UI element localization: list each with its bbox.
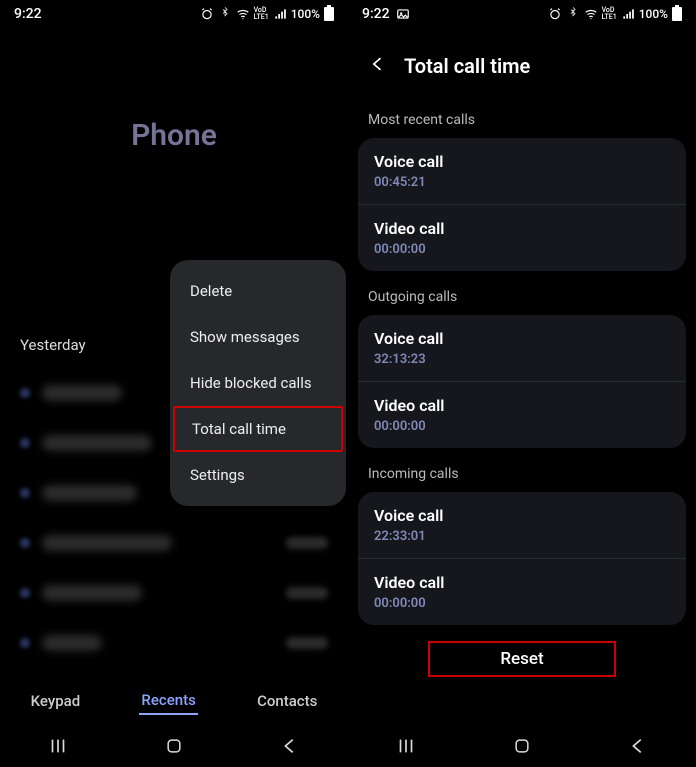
alarm-icon (548, 7, 562, 21)
item-outgoing-video[interactable]: Video call 00:00:00 (358, 381, 686, 448)
item-title: Voice call (374, 152, 670, 171)
item-value: 00:45:21 (374, 175, 670, 190)
system-nav-bar (348, 725, 696, 767)
call-log-row[interactable] (20, 568, 328, 618)
item-title: Video call (374, 396, 670, 415)
back-button[interactable] (368, 54, 388, 78)
nav-recents-button[interactable] (28, 735, 88, 757)
bluetooth-icon (218, 7, 232, 21)
group-outgoing: Voice call 32:13:23 Video call 00:00:00 (358, 315, 686, 448)
status-time: 9:22 (14, 6, 42, 22)
tab-recents[interactable]: Recents (139, 687, 197, 715)
menu-item-settings[interactable]: Settings (170, 452, 346, 498)
screen-total-call-time: 9:22 VoDLTE1 100% Total call time Most r… (348, 0, 696, 767)
item-value: 32:13:23 (374, 352, 670, 367)
menu-item-hide-blocked[interactable]: Hide blocked calls (170, 360, 346, 406)
screenshot-icon (396, 7, 410, 21)
battery-percent: 100% (291, 7, 320, 21)
item-title: Voice call (374, 506, 670, 525)
battery-icon (672, 7, 682, 21)
nav-back-button[interactable] (260, 735, 320, 757)
bottom-tabs: Keypad Recents Contacts (0, 677, 348, 725)
context-menu: Delete Show messages Hide blocked calls … (170, 260, 346, 506)
status-bar: 9:22 VoDLTE1 100% (0, 0, 348, 28)
group-label-incoming: Incoming calls (348, 456, 696, 488)
status-indicators: VoDLTE1 100% (548, 7, 682, 21)
nav-back-button[interactable] (608, 735, 668, 757)
alarm-icon (200, 7, 214, 21)
nav-recents-button[interactable] (376, 735, 436, 757)
group-label-outgoing: Outgoing calls (348, 279, 696, 311)
tab-contacts[interactable]: Contacts (255, 688, 319, 714)
group-most-recent: Voice call 00:45:21 Video call 00:00:00 (358, 138, 686, 271)
tab-keypad[interactable]: Keypad (29, 688, 83, 714)
section-label-yesterday: Yesterday (20, 336, 86, 354)
system-nav-bar (0, 725, 348, 767)
battery-icon (324, 7, 334, 21)
nav-home-button[interactable] (144, 736, 204, 756)
reset-area: Reset (348, 635, 696, 683)
nav-home-button[interactable] (492, 736, 552, 756)
menu-item-delete[interactable]: Delete (170, 268, 346, 314)
item-incoming-video[interactable]: Video call 00:00:00 (358, 558, 686, 625)
chevron-left-icon (368, 54, 388, 74)
item-title: Video call (374, 573, 670, 592)
battery-percent: 100% (639, 7, 668, 21)
menu-item-total-call-time[interactable]: Total call time (173, 406, 343, 452)
item-title: Video call (374, 219, 670, 238)
signal-icon (273, 7, 287, 21)
wifi-icon (584, 7, 598, 21)
bluetooth-icon (566, 7, 580, 21)
page-title: Total call time (404, 54, 530, 78)
status-time: 9:22 (362, 6, 390, 22)
menu-item-show-messages[interactable]: Show messages (170, 314, 346, 360)
item-incoming-voice[interactable]: Voice call 22:33:01 (358, 492, 686, 558)
status-bar: 9:22 VoDLTE1 100% (348, 0, 696, 28)
network-label: VoDLTE1 (602, 7, 617, 21)
call-log-row[interactable] (20, 518, 328, 568)
item-most-recent-voice[interactable]: Voice call 00:45:21 (358, 138, 686, 204)
call-log-row[interactable] (20, 618, 328, 668)
reset-button[interactable]: Reset (428, 641, 615, 677)
item-value: 00:00:00 (374, 596, 670, 611)
network-label: VoDLTE1 (254, 7, 269, 21)
wifi-icon (236, 7, 250, 21)
status-indicators: VoDLTE1 100% (200, 7, 334, 21)
item-outgoing-voice[interactable]: Voice call 32:13:23 (358, 315, 686, 381)
screen-phone-recents: 9:22 VoDLTE1 100% Phone Yesterday (0, 0, 348, 767)
item-most-recent-video[interactable]: Video call 00:00:00 (358, 204, 686, 271)
item-title: Voice call (374, 329, 670, 348)
group-incoming: Voice call 22:33:01 Video call 00:00:00 (358, 492, 686, 625)
item-value: 00:00:00 (374, 242, 670, 257)
group-label-most-recent: Most recent calls (348, 102, 696, 134)
item-value: 22:33:01 (374, 529, 670, 544)
signal-icon (621, 7, 635, 21)
item-value: 00:00:00 (374, 419, 670, 434)
